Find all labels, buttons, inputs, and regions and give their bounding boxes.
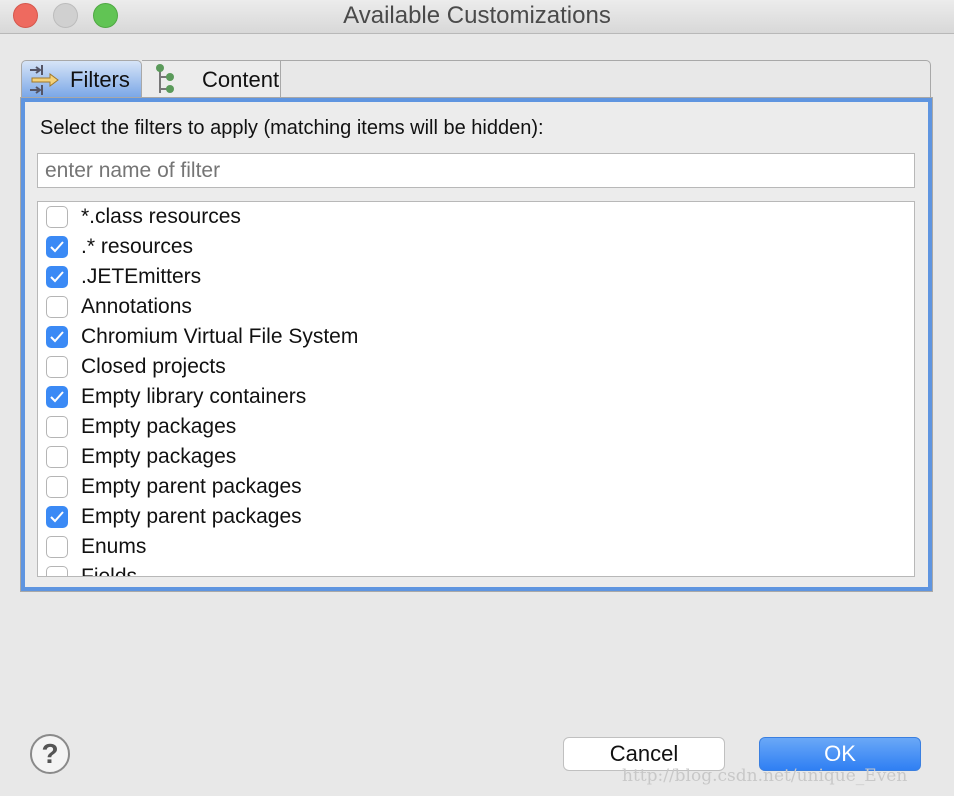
filter-item-label: Annotations [81,295,192,318]
checkbox[interactable] [46,206,68,228]
filter-item[interactable]: Empty parent packages [38,472,914,502]
help-button[interactable]: ? [30,734,70,774]
checkbox[interactable] [46,416,68,438]
filter-search-input[interactable] [37,153,915,188]
checkbox[interactable] [46,476,68,498]
filters-instruction: Select the filters to apply (matching it… [40,117,544,139]
checkmark-icon [50,331,64,343]
checkmark-icon [50,241,64,253]
filter-item-label: Empty parent packages [81,505,302,528]
filter-item[interactable]: Empty packages [38,412,914,442]
filter-item[interactable]: Fields [38,562,914,577]
filter-item-label: Chromium Virtual File System [81,325,359,348]
tab-strip [281,60,931,99]
filter-item[interactable]: *.class resources [38,202,914,232]
filter-item-label: .* resources [81,235,194,258]
tab-filters[interactable]: Filters [21,60,142,99]
tab-content[interactable]: Content [142,60,281,99]
checkbox[interactable] [46,566,68,576]
checkmark-icon [50,391,64,403]
filter-item[interactable]: Enums [38,532,914,562]
filter-item-label: Empty packages [81,445,237,468]
checkmark-icon [50,271,64,283]
checkbox[interactable] [46,326,68,348]
filter-item[interactable]: .JETEmitters [38,262,914,292]
filter-item-label: Empty library containers [81,385,307,408]
filter-item[interactable]: Empty packages [38,442,914,472]
filter-item[interactable]: Chromium Virtual File System [38,322,914,352]
filter-item[interactable]: .* resources [38,232,914,262]
filter-list[interactable]: *.class resources .* resources .JETEmitter… [37,201,915,577]
filter-item[interactable]: Empty parent packages [38,502,914,532]
filter-item[interactable]: Annotations [38,292,914,322]
filter-arrows-icon [30,65,59,95]
filter-item-label: .JETEmitters [81,265,202,288]
tab-label: Filters [70,67,130,92]
filter-item[interactable]: Empty library containers [38,382,914,412]
checkbox[interactable] [46,296,68,318]
checkbox[interactable] [46,266,68,288]
filter-item-label: Empty packages [81,415,237,438]
checkbox[interactable] [46,506,68,528]
filter-item-label: *.class resources [81,205,241,228]
filter-item-label: Enums [81,535,147,558]
checkbox[interactable] [46,236,68,258]
checkbox[interactable] [46,536,68,558]
filter-item-label: Empty parent packages [81,475,302,498]
filter-item-label: Closed projects [81,355,226,378]
watermark: http://blog.csdn.net/unique_Even [622,766,908,786]
checkbox[interactable] [46,446,68,468]
checkbox[interactable] [46,356,68,378]
window-title: Available Customizations [343,2,611,29]
checkbox[interactable] [46,386,68,408]
title-bar: Available Customizations [0,0,954,34]
checkmark-icon [50,511,64,523]
filter-item-label: Fields [81,565,138,577]
tree-icon [156,64,174,93]
filter-item[interactable]: Closed projects [38,352,914,382]
tab-label: Content [202,67,280,92]
